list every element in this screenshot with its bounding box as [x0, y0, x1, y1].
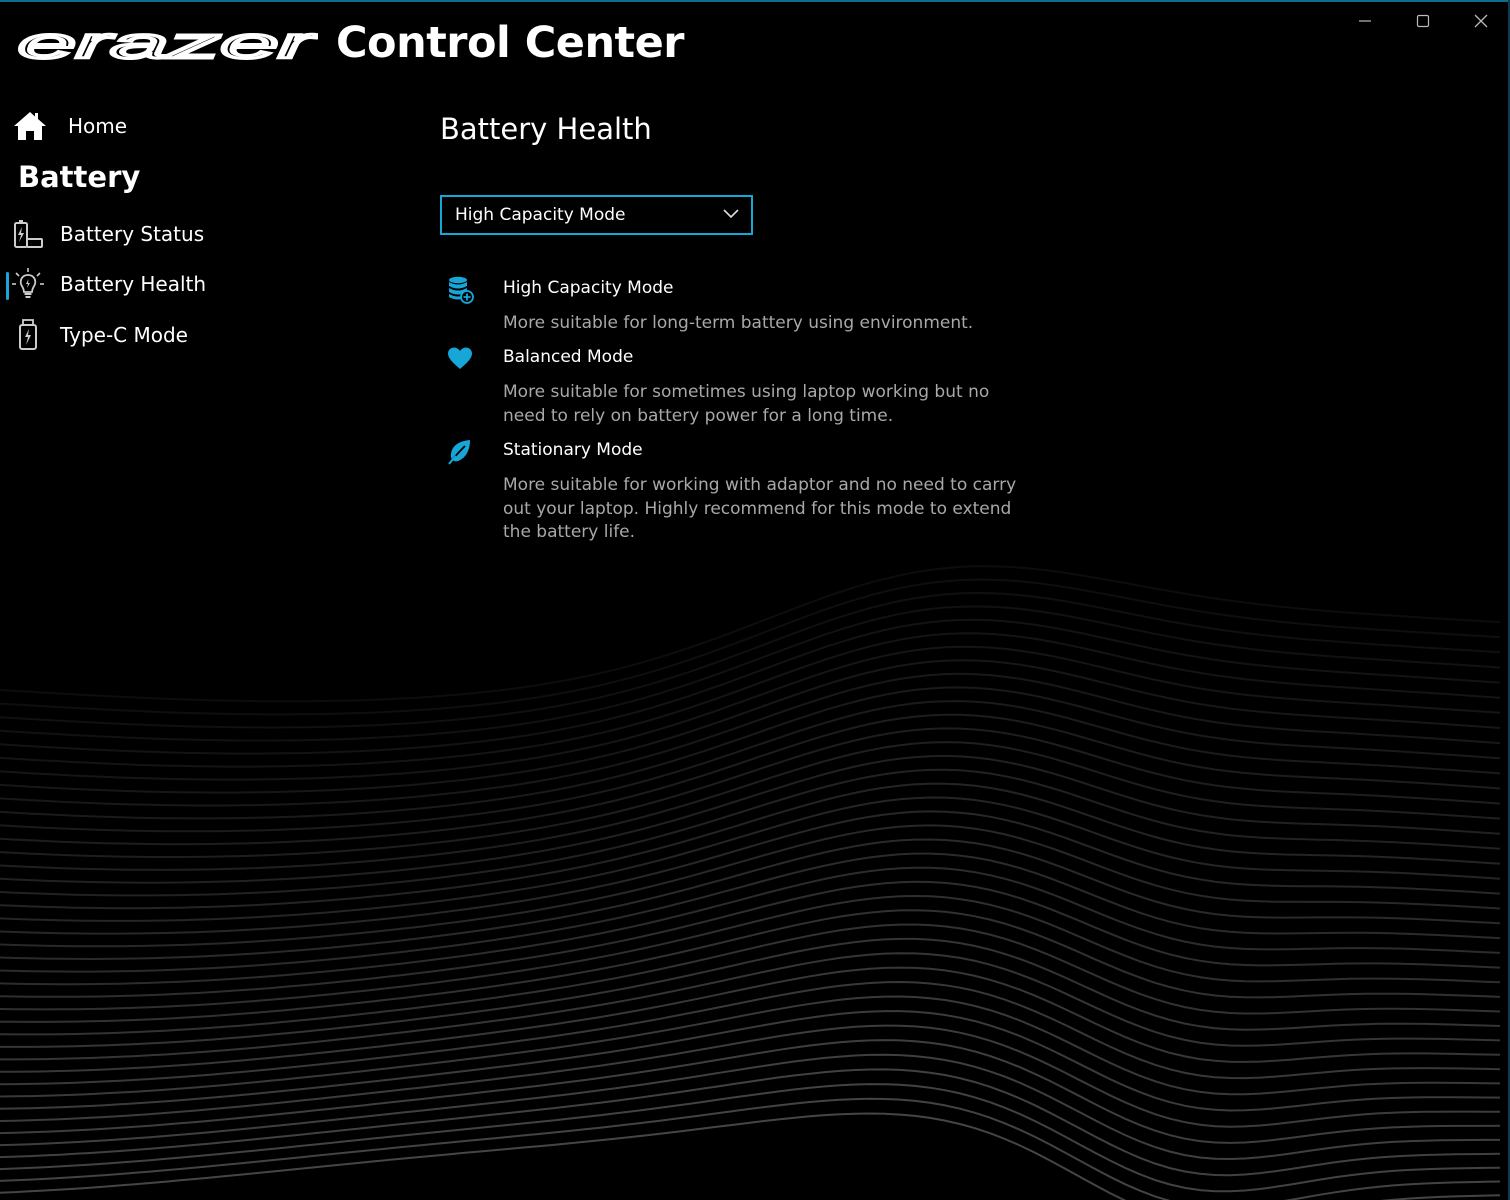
sidebar-item-label: Type-C Mode: [60, 323, 188, 347]
dropdown-selected-value: High Capacity Mode: [455, 205, 626, 225]
close-button[interactable]: [1458, 6, 1504, 36]
sidebar-item-type-c-mode[interactable]: Type-C Mode: [10, 315, 330, 355]
mode-description: More suitable for working with adaptor a…: [503, 475, 1017, 542]
leaf-icon: [448, 440, 470, 465]
type-c-icon: [10, 317, 46, 353]
home-icon: [14, 112, 46, 140]
sidebar-item-battery-health[interactable]: Battery Health: [10, 264, 330, 304]
mode-name: High Capacity Mode: [503, 278, 674, 298]
page-title: Battery Health: [440, 112, 652, 146]
wave-line: [0, 894, 1501, 1011]
erazer-logo: erazer: [18, 30, 318, 64]
sidebar-section-title: Battery: [18, 160, 141, 194]
background-waves: [0, 565, 1501, 1200]
minimize-icon: [1359, 20, 1371, 22]
mode-description: More suitable for sometimes using laptop…: [503, 382, 990, 426]
wave-line: [0, 565, 1501, 703]
wave-line: [0, 966, 1501, 1073]
app-title: Control Center: [336, 18, 684, 68]
mode-name: Stationary Mode: [503, 440, 643, 460]
wave-line: [0, 838, 1501, 961]
battery-mode-dropdown[interactable]: High Capacity Mode: [440, 195, 753, 235]
battery-status-icon: [10, 216, 46, 252]
svg-text:erazer: erazer: [18, 30, 318, 64]
minimize-button[interactable]: [1342, 6, 1388, 36]
wave-line: [0, 952, 1501, 1061]
maximize-button[interactable]: [1400, 6, 1446, 36]
maximize-icon: [1416, 14, 1430, 28]
wave-line: [0, 591, 1501, 729]
wave-line: [0, 1097, 1501, 1200]
battery-health-icon: [10, 266, 46, 302]
database-icon: [449, 276, 474, 304]
title-bar: erazer Control Center: [0, 0, 1510, 90]
close-icon: [1474, 14, 1488, 28]
chevron-down-icon: [723, 209, 739, 219]
mode-name: Balanced Mode: [503, 347, 634, 367]
wave-line: [0, 768, 1501, 897]
sidebar-item-label: Battery Status: [60, 222, 205, 246]
wave-line: [0, 578, 1501, 716]
sidebar-item-battery-status[interactable]: Battery Status: [10, 214, 330, 254]
heart-icon: [448, 347, 472, 369]
sidebar-item-home[interactable]: Home: [12, 108, 312, 144]
sidebar-item-label: Home: [68, 114, 128, 138]
selection-indicator: [6, 272, 9, 300]
sidebar-item-label: Battery Health: [60, 272, 207, 296]
mode-description: More suitable for long-term battery usin…: [503, 313, 974, 333]
